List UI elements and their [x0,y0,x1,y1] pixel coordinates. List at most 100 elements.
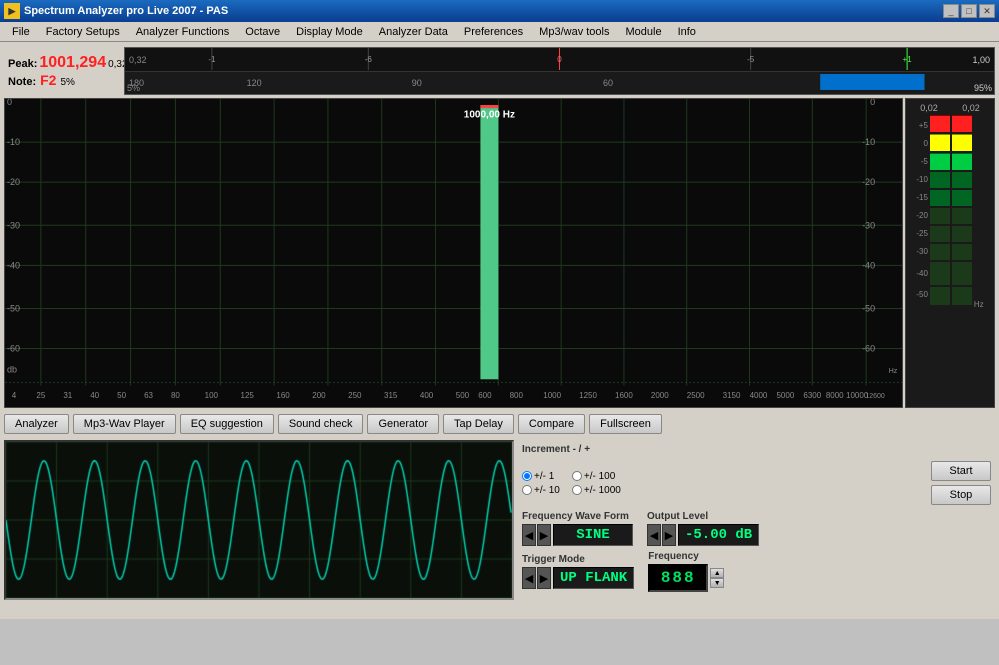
radio-1000[interactable] [572,485,582,495]
waveform-section: Frequency Wave Form ◀ ▶ SINE Output Leve… [522,511,991,546]
ruler-pct-right: 1,00 [972,55,990,65]
increment-label: Increment - / + [522,444,590,455]
svg-text:-1: -1 [208,55,216,64]
output-left-btn[interactable]: ◀ [647,524,661,546]
svg-text:0: 0 [870,99,875,107]
vu-left-label: 0,02 [920,103,938,113]
radio-100[interactable] [572,471,582,481]
svg-text:1000: 1000 [543,391,561,400]
menu-analyzer-functions[interactable]: Analyzer Functions [128,25,238,39]
svg-text:25: 25 [36,391,45,400]
vu-scale-minus20: -20 [916,207,928,225]
waveform-toggle[interactable]: ◀ ▶ [522,524,551,546]
svg-text:800: 800 [510,391,524,400]
svg-text:-60: -60 [862,344,875,354]
vu-right-label: 0,02 [962,103,980,113]
radio-10[interactable] [522,485,532,495]
svg-text:60: 60 [603,78,613,88]
vu-scale-0: 0 [916,135,928,153]
vu-hz-label: Hz [974,300,984,309]
menu-mp3wav[interactable]: Mp3/wav tools [531,25,617,39]
trigger-label: Trigger Mode [522,554,634,565]
close-button[interactable]: ✕ [979,4,995,18]
svg-text:120: 120 [247,78,262,88]
wave-left-btn[interactable]: ◀ [522,524,536,546]
svg-text:8000: 8000 [826,391,844,400]
svg-text:1250: 1250 [579,391,597,400]
minimize-button[interactable]: _ [943,4,959,18]
svg-text:-5: -5 [747,55,755,64]
svg-text:-50: -50 [862,304,875,314]
maximize-button[interactable]: □ [961,4,977,18]
bottom-panel: Increment - / + +/- 1 +/- 10 [4,440,995,615]
mp3wav-player-button[interactable]: Mp3-Wav Player [73,414,176,434]
pct-left: 5% [60,77,74,88]
menu-info[interactable]: Info [670,25,704,39]
radio-100-label[interactable]: +/- 100 [572,471,621,482]
frequency-spinner[interactable]: ▲ ▼ [710,568,724,588]
vu-scale-minus40: -40 [916,261,928,286]
svg-text:-40: -40 [862,260,875,270]
vu-scale-minus15: -15 [916,189,928,207]
spectrum-display: 0 -10 -20 -30 -40 -50 -60 db 0 -10 -20 -… [4,98,903,408]
vu-scale-plus5: +5 [916,117,928,135]
eq-suggestion-button[interactable]: EQ suggestion [180,414,274,434]
svg-text:1600: 1600 [615,391,633,400]
svg-text:Hz: Hz [889,368,898,375]
tap-delay-button[interactable]: Tap Delay [443,414,514,434]
trigger-right-btn[interactable]: ▶ [537,567,551,589]
trigger-toggle[interactable]: ◀ ▶ [522,567,551,589]
output-toggle[interactable]: ◀ ▶ [647,524,676,546]
svg-text:400: 400 [420,391,434,400]
freq-down-arrow[interactable]: ▼ [710,578,724,588]
wave-right-btn[interactable]: ▶ [537,524,551,546]
menu-file[interactable]: File [4,25,38,39]
output-level-lcd: -5.00 dB [678,524,759,546]
fullscreen-button[interactable]: Fullscreen [589,414,662,434]
svg-text:250: 250 [348,391,362,400]
svg-text:90: 90 [412,78,422,88]
peak-label: Peak: [8,58,37,70]
menu-octave[interactable]: Octave [237,25,288,39]
vu-bar-left [930,115,950,335]
increment-row: Increment - / + [522,444,991,455]
sound-check-button[interactable]: Sound check [278,414,364,434]
output-right-btn[interactable]: ▶ [662,524,676,546]
svg-text:-40: -40 [7,260,20,270]
ruler-pct-label-left: 5% [127,83,140,93]
svg-text:-20: -20 [862,177,875,187]
stop-button[interactable]: Stop [931,485,991,505]
freq-up-arrow[interactable]: ▲ [710,568,724,578]
waveform-display [4,440,514,600]
svg-text:0: 0 [7,99,12,107]
window-controls: _ □ ✕ [943,4,995,18]
svg-text:3150: 3150 [723,391,741,400]
start-button[interactable]: Start [931,461,991,481]
menu-factory-setups[interactable]: Factory Setups [38,25,128,39]
menu-preferences[interactable]: Preferences [456,25,531,39]
compare-button[interactable]: Compare [518,414,585,434]
vu-meters: 0,02 0,02 +5 0 -5 -10 -15 -20 -25 -30 -4… [905,98,995,408]
vu-scale-minus50: -50 [916,286,928,304]
frequency-lcd: 888 [648,564,708,592]
svg-text:600: 600 [478,391,492,400]
svg-text:-30: -30 [7,220,20,230]
generator-button[interactable]: Generator [367,414,439,434]
svg-text:+1: +1 [903,55,913,64]
svg-text:12600: 12600 [865,393,885,400]
radio-10-label[interactable]: +/- 10 [522,485,560,496]
menu-display-mode[interactable]: Display Mode [288,25,371,39]
trigger-left-btn[interactable]: ◀ [522,567,536,589]
trigger-freq-section: Trigger Mode ◀ ▶ UP FLANK Frequency 888 [522,551,991,592]
svg-text:315: 315 [384,391,398,400]
frequency-label: Frequency [648,551,724,562]
ruler-svg: -1 -6 0 -5 +1 [125,48,994,70]
trigger-lcd: UP FLANK [553,567,634,589]
menu-module[interactable]: Module [617,25,669,39]
radio-1[interactable] [522,471,532,481]
analyzer-button[interactable]: Analyzer [4,414,69,434]
menu-analyzer-data[interactable]: Analyzer Data [371,25,456,39]
ruler-bottom-svg: 180 120 90 60 [125,72,994,92]
radio-1-label[interactable]: +/- 1 [522,471,560,482]
radio-1000-label[interactable]: +/- 1000 [572,485,621,496]
